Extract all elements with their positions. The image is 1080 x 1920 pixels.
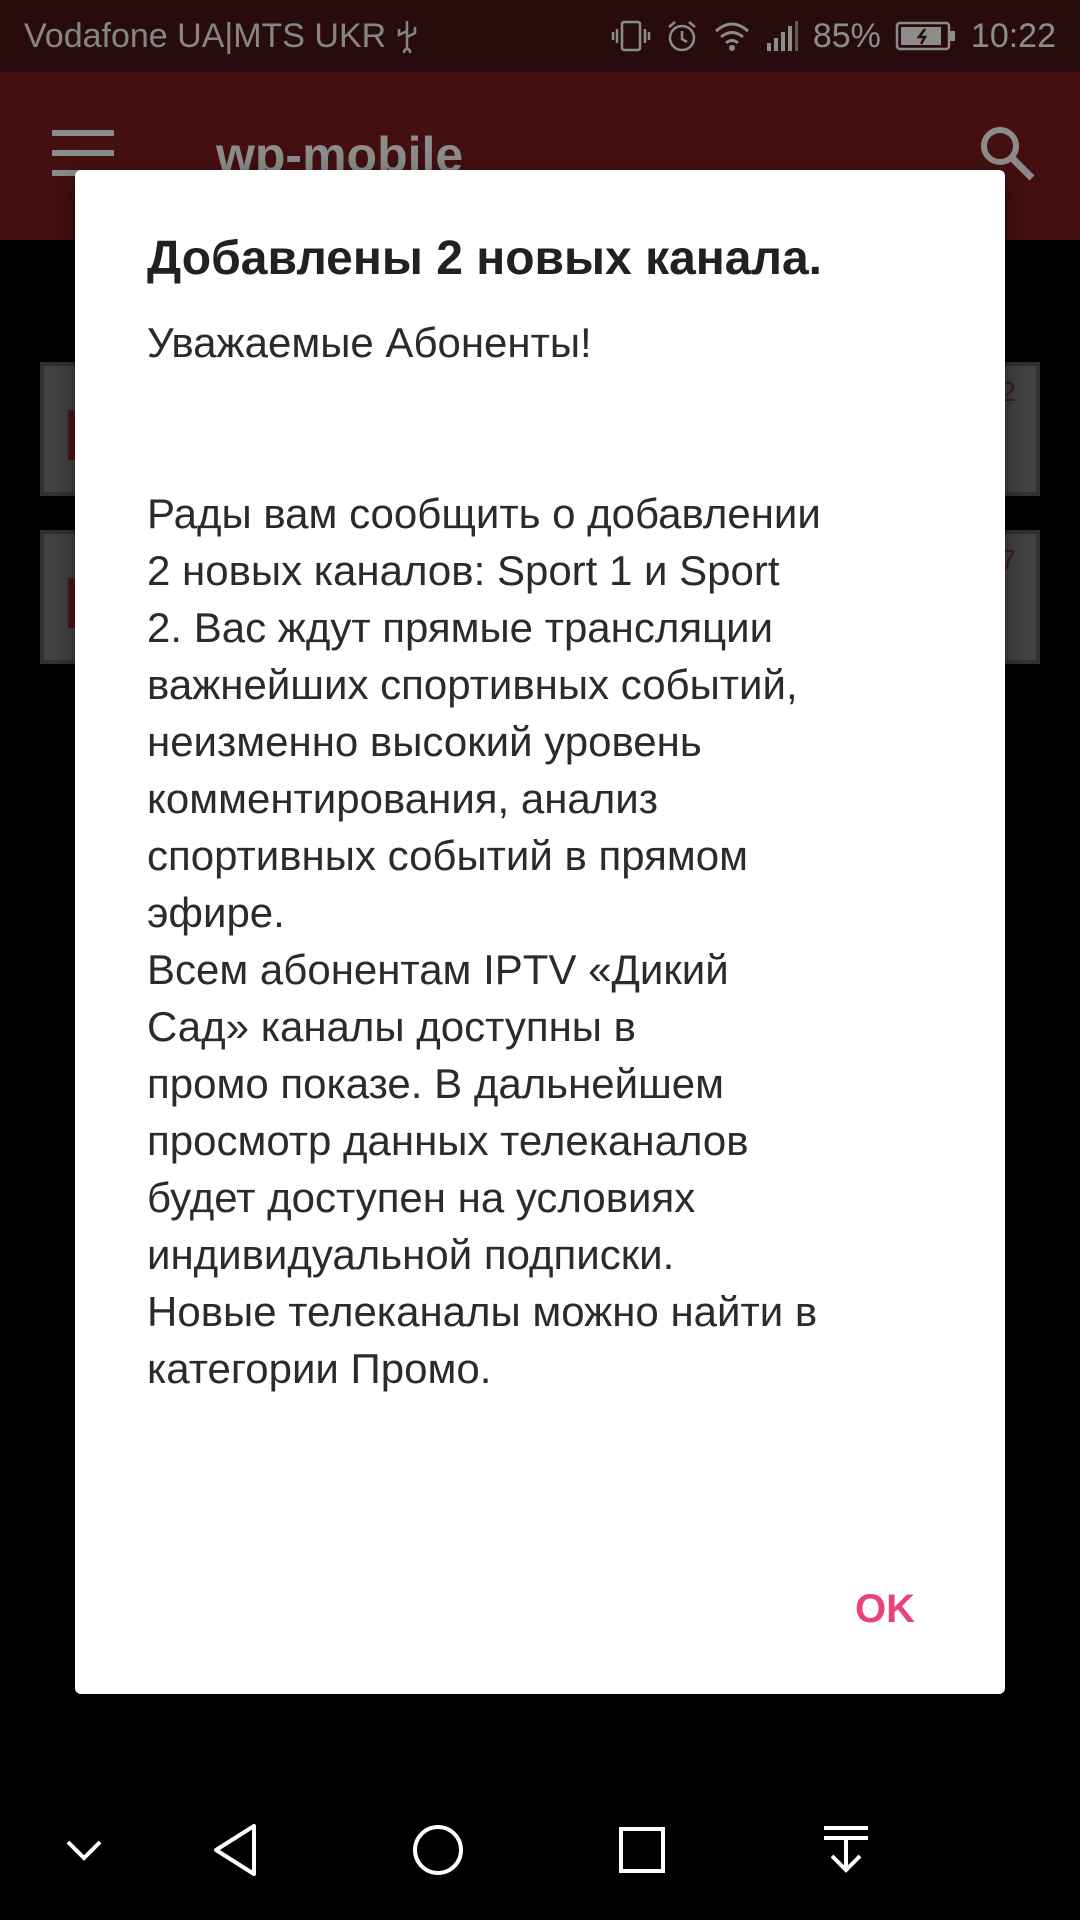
back-icon[interactable] bbox=[208, 1820, 262, 1880]
dialog-message: Уважаемые Абоненты! Рады вам сообщить о … bbox=[147, 318, 821, 1392]
alert-dialog: Добавлены 2 новых канала. Уважаемые Абон… bbox=[75, 170, 1005, 1694]
navigation-bar bbox=[0, 1790, 1080, 1920]
dialog-title: Добавлены 2 новых канала. bbox=[147, 232, 822, 285]
notifications-pulldown-icon[interactable] bbox=[818, 1820, 874, 1880]
recents-icon[interactable] bbox=[612, 1820, 672, 1880]
collapse-icon[interactable] bbox=[62, 1820, 106, 1880]
ok-button[interactable]: OK bbox=[845, 1579, 925, 1640]
home-icon[interactable] bbox=[408, 1820, 468, 1880]
